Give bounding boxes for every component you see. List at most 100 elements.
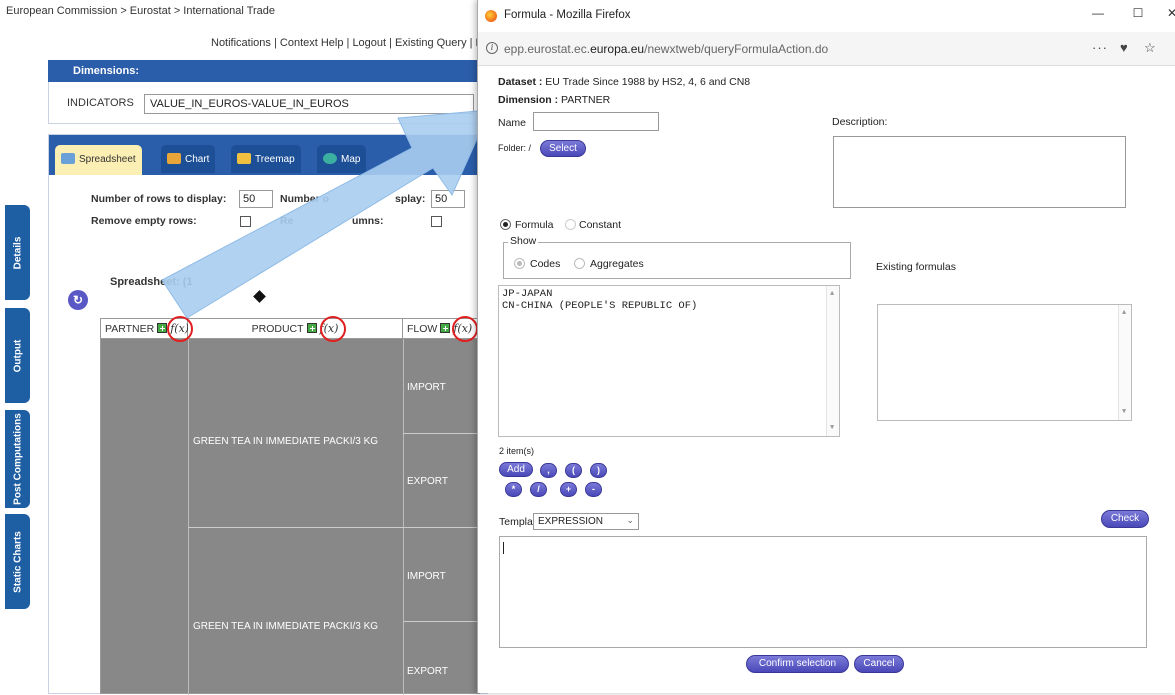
- window-titlebar[interactable]: Formula - Mozilla Firefox — ☐ ✕: [478, 0, 1175, 32]
- tab-treemap-label: Treemap: [255, 154, 295, 165]
- highlight-circle: [320, 316, 346, 342]
- cols-to-display-label: Number o: [280, 193, 330, 205]
- pocket-icon[interactable]: ♥: [1120, 40, 1128, 55]
- tab-spreadsheet-label: Spreadsheet: [79, 154, 136, 165]
- firefox-logo-icon: [485, 10, 497, 22]
- select-folder-button[interactable]: Select: [540, 140, 586, 157]
- side-tab-static-charts-label: Static Charts: [12, 530, 23, 593]
- side-tab-output[interactable]: Output: [5, 308, 30, 403]
- check-button[interactable]: Check: [1101, 510, 1149, 528]
- formula-form: Dataset : EU Trade Since 1988 by HS2, 4,…: [478, 66, 1175, 693]
- plus-operator-button[interactable]: +: [560, 482, 577, 497]
- side-tab-details[interactable]: Details: [5, 205, 30, 300]
- dataset-line: Dataset : EU Trade Since 1988 by HS2, 4,…: [498, 76, 750, 88]
- tab-treemap[interactable]: Treemap: [231, 145, 301, 173]
- cols-to-display-label-tail: splay:: [395, 193, 426, 205]
- expand-plus-icon[interactable]: [157, 323, 168, 333]
- formula-radio[interactable]: [500, 219, 511, 230]
- product-cell: GREEN TEA IN IMMEDIATE PACKI/3 KG: [193, 436, 379, 447]
- add-button[interactable]: Add: [499, 462, 533, 477]
- cols-to-display-input[interactable]: 50: [431, 190, 465, 208]
- side-tab-post-computations[interactable]: Post Computations: [5, 410, 30, 508]
- scroll-up-icon[interactable]: ▲: [830, 290, 834, 298]
- tab-map[interactable]: Map: [317, 145, 367, 173]
- close-paren-operator-button[interactable]: ): [590, 463, 607, 478]
- more-actions-icon[interactable]: ···: [1092, 40, 1108, 55]
- formula-expression-textarea[interactable]: [499, 536, 1147, 648]
- header-product[interactable]: PRODUCT f(x): [188, 319, 403, 339]
- url-domain: europa.eu: [590, 42, 645, 56]
- indicators-field[interactable]: VALUE_IN_EUROS-VALUE_IN_EUROS: [144, 94, 474, 114]
- grid-column-divider: [403, 339, 404, 695]
- templates-select[interactable]: EXPRESSION ⌄: [533, 513, 639, 530]
- description-textarea[interactable]: [833, 136, 1126, 208]
- formula-popup-window: Formula - Mozilla Firefox — ☐ ✕ i epp.eu…: [477, 0, 1175, 693]
- close-icon[interactable]: ✕: [1162, 6, 1175, 20]
- refresh-button[interactable]: ↻: [68, 290, 88, 310]
- multiply-operator-button[interactable]: *: [505, 482, 522, 497]
- side-tab-static-charts[interactable]: Static Charts: [5, 514, 30, 609]
- breadcrumb[interactable]: European Commission > Eurostat > Interna…: [6, 5, 275, 17]
- grid-row-divider: [403, 621, 481, 622]
- maximize-icon[interactable]: ☐: [1128, 6, 1148, 20]
- expand-plus-icon[interactable]: [306, 323, 317, 333]
- formula-radio-label: Formula: [515, 219, 554, 231]
- codes-radio[interactable]: [514, 258, 525, 269]
- spreadsheet-icon: [61, 153, 75, 164]
- tab-chart[interactable]: Chart: [161, 145, 216, 173]
- expand-plus-icon[interactable]: [440, 323, 451, 333]
- list-item[interactable]: CN-CHINA (PEOPLE'S REPUBLIC OF): [502, 300, 836, 312]
- chevron-down-icon: ⌄: [626, 515, 634, 525]
- name-label: Name: [498, 117, 527, 129]
- comma-operator-button[interactable]: ,: [540, 463, 557, 478]
- folder-label: Folder: /: [498, 143, 532, 153]
- flow-cell: EXPORT: [407, 476, 448, 487]
- list-item[interactable]: JP-JAPAN: [502, 288, 836, 300]
- aggregates-radio-label: Aggregates: [590, 258, 644, 270]
- dimension-value: PARTNER: [558, 94, 611, 106]
- side-tab-post-computations-label: Post Computations: [12, 413, 23, 505]
- scrollbar[interactable]: ▲ ▼: [826, 286, 839, 436]
- url-text[interactable]: epp.eurostat.ec.europa.eu/newxtweb/query…: [504, 42, 828, 56]
- side-tab-details-label: Details: [12, 236, 23, 269]
- open-paren-operator-button[interactable]: (: [565, 463, 582, 478]
- info-icon[interactable]: i: [486, 42, 498, 54]
- minimize-icon[interactable]: —: [1088, 6, 1108, 20]
- name-input[interactable]: [533, 112, 659, 131]
- scroll-down-icon[interactable]: ▼: [1122, 408, 1126, 416]
- globe-icon: [323, 153, 337, 164]
- aggregates-radio[interactable]: [574, 258, 585, 269]
- scroll-down-icon[interactable]: ▼: [830, 424, 834, 432]
- constant-radio[interactable]: [565, 219, 576, 230]
- highlight-circle: [167, 316, 193, 342]
- bookmark-star-icon[interactable]: ☆: [1144, 40, 1156, 56]
- remove-empty-cols-checkbox[interactable]: [431, 216, 442, 227]
- url-bar[interactable]: i epp.eurostat.ec.europa.eu/newxtweb/que…: [478, 32, 1175, 66]
- spreadsheet-title: Spreadsheet: (1: [110, 276, 193, 288]
- remove-empty-rows-label: Remove empty rows:: [91, 215, 197, 227]
- existing-formulas-label: Existing formulas: [876, 261, 956, 273]
- scrollbar[interactable]: ▲ ▼: [1118, 305, 1131, 420]
- remove-empty-rows-checkbox[interactable]: [240, 216, 251, 227]
- tab-map-label: Map: [341, 154, 361, 165]
- url-path: /newxtweb/queryFormulaAction.do: [644, 42, 829, 56]
- minus-operator-button[interactable]: -: [585, 482, 602, 497]
- dimensions-header: Dimensions:: [48, 60, 488, 82]
- highlight-circle: [452, 316, 478, 342]
- items-count: 2 item(s): [499, 446, 535, 456]
- header-partner-label: PARTNER: [105, 323, 155, 335]
- confirm-selection-button[interactable]: Confirm selection: [746, 655, 849, 673]
- dimensions-panel: INDICATORS VALUE_IN_EUROS-VALUE_IN_EUROS: [48, 82, 488, 124]
- scroll-up-icon[interactable]: ▲: [1122, 309, 1126, 317]
- rows-to-display-input[interactable]: 50: [239, 190, 273, 208]
- existing-formulas-listbox[interactable]: ▲ ▼: [877, 304, 1132, 421]
- side-tab-output-label: Output: [12, 339, 23, 372]
- grid-column-divider: [188, 339, 189, 695]
- tab-spreadsheet[interactable]: Spreadsheet: [55, 145, 142, 175]
- flow-cell: EXPORT: [407, 666, 448, 677]
- items-listbox[interactable]: JP-JAPAN CN-CHINA (PEOPLE'S REPUBLIC OF)…: [498, 285, 840, 437]
- cancel-button[interactable]: Cancel: [854, 655, 904, 673]
- rows-to-display-label: Number of rows to display:: [91, 193, 227, 205]
- divide-operator-button[interactable]: /: [530, 482, 547, 497]
- top-links[interactable]: Notifications | Context Help | Logout | …: [211, 37, 483, 49]
